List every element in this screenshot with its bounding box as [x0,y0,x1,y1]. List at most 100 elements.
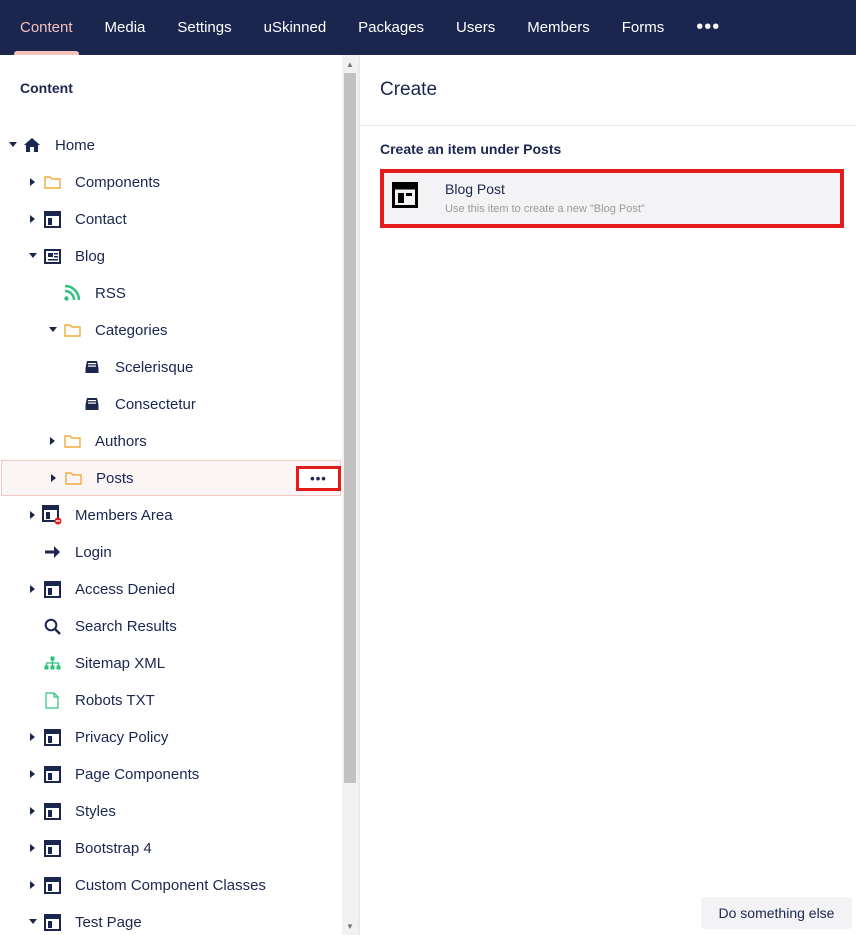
create-title: Create [380,79,438,100]
tree-item-search-results[interactable]: Search Results [0,608,342,644]
tree-item-privacy-policy[interactable]: Privacy Policy [0,719,342,755]
tree-item-login[interactable]: Login [0,534,342,570]
inbox-icon [82,357,102,377]
sitemap-icon [42,653,62,673]
layout-icon [42,764,62,784]
nav-item-users[interactable]: Users [440,0,511,55]
tree-item-label: Consectetur [115,395,196,413]
create-separator [360,125,856,126]
caret-right-icon[interactable] [48,436,58,446]
caret-down-icon[interactable] [48,325,58,335]
tree-item-label: Contact [75,210,127,228]
tree-item-label: Members Area [75,506,173,524]
tree-item-consectetur[interactable]: Consectetur [0,386,342,422]
tree-item-scelerisque[interactable]: Scelerisque [0,349,342,385]
tree-item-members-area[interactable]: Members Area [0,497,342,533]
nav-item-content[interactable]: Content [4,0,89,55]
nav-item-media[interactable]: Media [89,0,162,55]
do-something-else-button[interactable]: Do something else [701,897,852,929]
create-subtitle: Create an item under Posts [380,141,562,157]
caret-right-icon[interactable] [28,843,38,853]
tree-item-label: Authors [95,432,147,450]
caret-right-icon[interactable] [28,214,38,224]
tree-item-label: Sitemap XML [75,654,166,672]
caret-right-icon[interactable] [28,584,38,594]
tree-item-custom-component-classes[interactable]: Custom Component Classes [0,867,342,903]
newspaper-icon [42,246,62,266]
layout-icon [42,209,62,229]
tree-item-label: Page Components [75,765,200,783]
folder-icon [63,468,83,488]
tree-header: Content [20,80,73,96]
layout-icon [392,182,418,208]
caret-down-icon[interactable] [28,251,38,261]
tree-item-label: Styles [75,802,116,820]
tree-item-rss[interactable]: RSS [0,275,342,311]
layout-icon [42,875,62,895]
rss-icon [62,283,82,303]
home-icon [22,135,42,155]
tree-item-posts[interactable]: Posts ••• [1,460,341,496]
tree-item-robots-txt[interactable]: Robots TXT [0,682,342,718]
tree-item-styles[interactable]: Styles [0,793,342,829]
tree-item-label: Access Denied [75,580,176,598]
layout-icon [42,912,62,932]
folder-icon [62,431,82,451]
blog-post-doctype-option[interactable]: Blog Post Use this item to create a new … [380,169,844,228]
tree-item-label: Bootstrap 4 [75,839,152,857]
nav-more-icon[interactable]: ••• [680,0,736,55]
caret-down-icon[interactable] [8,140,18,150]
tree-item-test-page[interactable]: Test Page [0,904,342,935]
tree-item-label: Posts [96,469,134,487]
tree-item-contact[interactable]: Contact [0,201,342,237]
nav-item-members[interactable]: Members [511,0,606,55]
inbox-icon [82,394,102,414]
layout-icon [42,727,62,747]
tree-item-authors[interactable]: Authors [0,423,342,459]
content-tree-panel: Content Home Components Contact Blog RSS Cate… [0,55,342,935]
node-actions-button[interactable]: ••• [296,466,341,491]
caret-down-icon[interactable] [28,917,38,927]
tree-item-label: Search Results [75,617,177,635]
tree-item-label: Categories [95,321,168,339]
caret-right-icon[interactable] [28,806,38,816]
arrow-right-icon [42,542,62,562]
caret-right-icon[interactable] [28,880,38,890]
tree-scrollbar[interactable]: ▲ ▼ [342,55,358,935]
tree-item-blog[interactable]: Blog [0,238,342,274]
create-panel: Create Create an item under Posts Blog P… [360,55,856,935]
tree-item-sitemap-xml[interactable]: Sitemap XML [0,645,342,681]
caret-right-icon[interactable] [28,510,38,520]
search-icon [42,616,62,636]
tree-item-label: Privacy Policy [75,728,169,746]
nav-item-settings[interactable]: Settings [161,0,247,55]
caret-right-icon[interactable] [28,769,38,779]
tree-item-page-components[interactable]: Page Components [0,756,342,792]
scroll-thumb[interactable] [344,73,356,783]
nav-item-uskinned[interactable]: uSkinned [248,0,343,55]
scroll-down-icon[interactable]: ▼ [342,919,358,933]
tree-item-components[interactable]: Components [0,164,342,200]
nav-item-packages[interactable]: Packages [342,0,440,55]
top-navigation: Content Media Settings uSkinned Packages User… [0,0,856,55]
layout-icon [42,801,62,821]
caret-right-icon[interactable] [49,473,59,483]
folder-icon [42,172,62,192]
scroll-up-icon[interactable]: ▲ [342,57,358,71]
caret-right-icon[interactable] [28,177,38,187]
tree-item-label: Components [75,173,161,191]
doctype-description: Use this item to create a new "Blog Post… [445,203,645,215]
tree-item-home[interactable]: Home [0,127,342,163]
tree-item-label: Blog [75,247,106,265]
tree-item-bootstrap-4[interactable]: Bootstrap 4 [0,830,342,866]
doctype-name: Blog Post [445,181,505,197]
tree-item-label: Scelerisque [115,358,194,376]
tree-item-label: Robots TXT [75,691,155,709]
caret-right-icon[interactable] [28,732,38,742]
nav-item-forms[interactable]: Forms [606,0,681,55]
tree-item-categories[interactable]: Categories [0,312,342,348]
protected-page-icon [42,505,62,525]
tree-item-access-denied[interactable]: Access Denied [0,571,342,607]
folder-icon [62,320,82,340]
tree-item-label: Test Page [75,913,142,931]
